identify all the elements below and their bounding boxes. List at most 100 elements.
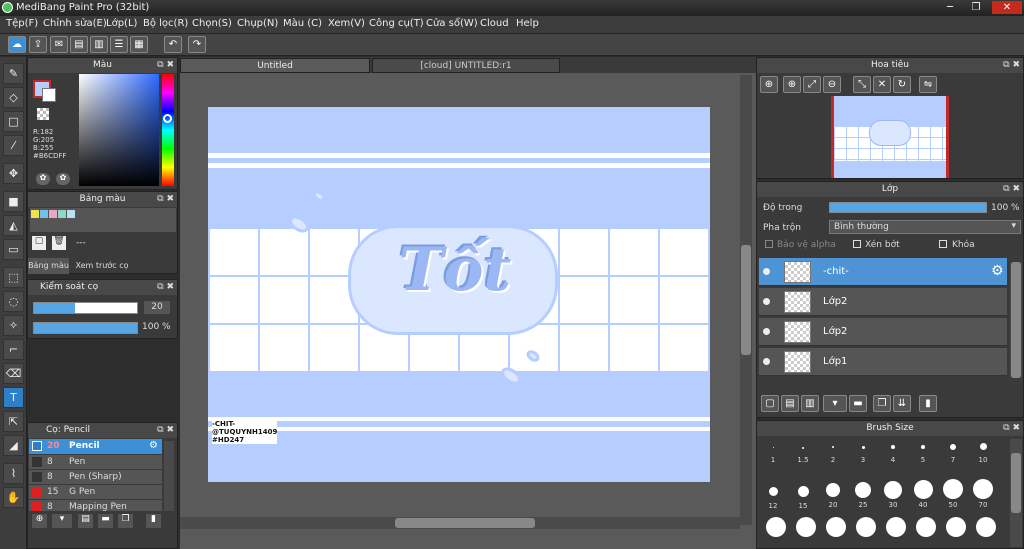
folder-icon[interactable]: ▬ <box>98 514 113 528</box>
undo-icon[interactable]: ↶ <box>164 36 182 53</box>
page-icon[interactable]: ▤ <box>70 36 88 53</box>
brush-size-preset[interactable]: 10 <box>969 443 997 464</box>
select-eraser-tool-icon[interactable]: ⌫ <box>3 363 24 384</box>
gear-icon[interactable]: ⚙ <box>149 440 158 451</box>
eye-icon[interactable] <box>763 268 770 275</box>
duplicate-layer-icon[interactable]: ❐ <box>873 395 891 412</box>
new-layer-8bit-icon[interactable]: ▤ <box>781 395 799 412</box>
panel-close-icon[interactable]: ⧉ ✖ <box>1003 421 1020 436</box>
menu-help[interactable]: Help <box>516 18 539 29</box>
menu-edit[interactable]: Chỉnh sửa(E) <box>43 18 107 29</box>
brush-size-preset[interactable]: 1 <box>759 447 787 464</box>
brush-size-preset[interactable] <box>916 517 936 537</box>
flip-icon[interactable]: ⇋ <box>919 76 937 93</box>
navigator-preview[interactable] <box>831 96 949 178</box>
trash-icon[interactable]: ▮ <box>919 395 937 412</box>
zoom-in-icon[interactable]: ⊕ <box>783 76 801 93</box>
brush-tool-icon[interactable]: ✎ <box>3 63 24 84</box>
menu-file[interactable]: Tệp(F) <box>6 18 38 29</box>
comment-icon[interactable]: ✉ <box>50 36 68 53</box>
hand-tool-icon[interactable]: ✋ <box>3 487 24 508</box>
share-icon[interactable]: ⇪ <box>29 36 47 53</box>
brush-size-preset[interactable]: 15 <box>789 484 817 510</box>
menu-cloud[interactable]: Cloud <box>480 18 509 29</box>
swatch-blue[interactable] <box>40 210 48 218</box>
eraser-tool-icon[interactable]: ◇ <box>3 87 24 108</box>
rotate-icon[interactable]: ↻ <box>893 76 911 93</box>
tab-palette[interactable]: Bảng màu <box>28 258 69 274</box>
move-tool-icon[interactable]: ✥ <box>3 163 24 184</box>
brush-size-preset[interactable]: 50 <box>939 479 967 509</box>
document-icon[interactable]: ▥ <box>90 36 108 53</box>
new-palette-icon[interactable]: ▢ <box>32 236 46 250</box>
select-rect-tool-icon[interactable]: ⬚ <box>3 267 24 288</box>
menu-capture[interactable]: Chụp(N) <box>237 18 278 29</box>
hue-slider[interactable] <box>162 74 174 186</box>
fullscreen-icon[interactable]: ✕ <box>873 76 891 93</box>
zoom-out-icon[interactable]: ⊖ <box>823 76 841 93</box>
sub-color-swatch[interactable] <box>42 88 56 102</box>
brush-size-scroll-thumb[interactable] <box>1011 453 1021 513</box>
cloud-icon[interactable]: ☁ <box>8 36 26 53</box>
brush-list-scrollbar[interactable] <box>164 441 174 511</box>
brush-size-preset[interactable]: 20 <box>819 483 847 509</box>
fill-rect-tool-icon[interactable]: ■ <box>3 191 24 212</box>
brush-size-slider[interactable] <box>33 302 138 314</box>
panel-close-icon[interactable]: ⧉ ✖ <box>1003 58 1020 73</box>
protect-alpha-checkbox[interactable] <box>765 240 773 248</box>
saturation-value-picker[interactable] <box>79 74 159 186</box>
brush-size-scrollbar[interactable] <box>1010 439 1022 547</box>
panel-close-icon[interactable]: ⧉ ✖ <box>157 192 174 207</box>
brush-item[interactable]: 8 Mapping Pen <box>29 500 162 511</box>
divide-tool-icon[interactable]: ◢ <box>3 435 24 456</box>
redo-icon[interactable]: ↷ <box>188 36 206 53</box>
eye-icon[interactable] <box>763 358 770 365</box>
brush-size-preset[interactable] <box>886 517 906 537</box>
merge-layer-icon[interactable]: ⇊ <box>893 395 911 412</box>
rectangle-tool-icon[interactable]: □ <box>3 111 24 132</box>
brush-size-preset[interactable]: 40 <box>909 480 937 509</box>
brush-item[interactable]: 8 Pen (Sharp) <box>29 470 162 484</box>
tab-untitled[interactable]: Untitled <box>180 58 370 73</box>
new-layer-1bit-icon[interactable]: ▥ <box>801 395 819 412</box>
menu-layer[interactable]: Lớp(L) <box>106 18 137 29</box>
swatch-yellow[interactable] <box>31 210 39 218</box>
duplicate-icon[interactable]: ❐ <box>118 514 133 528</box>
layer-row[interactable]: -chit- ⚙ <box>759 258 1007 286</box>
tab-cloud-untitled[interactable]: [cloud] UNTITLED:r1 <box>372 58 560 73</box>
blend-select[interactable]: Bình thường ▾ <box>829 220 1021 234</box>
lasso-tool-icon[interactable]: ◌ <box>3 291 24 312</box>
swatch-teal[interactable] <box>58 210 66 218</box>
lock-checkbox[interactable] <box>939 240 947 248</box>
brush-size-preset[interactable]: 4 <box>879 445 907 464</box>
tab-brush-preview[interactable]: Xem trước cọ <box>72 258 132 274</box>
fit-window-icon[interactable]: ⤡ <box>853 76 871 93</box>
minimize-button[interactable]: ─ <box>938 1 962 14</box>
bucket-tool-icon[interactable]: ◭ <box>3 215 24 236</box>
folder-icon[interactable]: ▬ <box>849 395 867 412</box>
brush-size-preset[interactable]: 1.5 <box>789 447 817 464</box>
hue-handle[interactable] <box>163 114 172 123</box>
select-pen-tool-icon[interactable]: ⌐ <box>3 339 24 360</box>
swatch-light-blue[interactable] <box>67 210 75 218</box>
swatch-pink[interactable] <box>49 210 57 218</box>
brush-size-preset[interactable] <box>766 517 786 537</box>
maximize-button[interactable]: ❐ <box>964 1 988 14</box>
text-tool-icon[interactable]: T <box>3 387 24 408</box>
panel-close-icon[interactable]: ⧉ ✖ <box>157 58 174 73</box>
layer-row[interactable]: Lớp2 <box>759 318 1007 346</box>
layer-opacity-slider[interactable] <box>829 202 987 213</box>
canvas-area[interactable]: Untitled [cloud] UNTITLED:r1 Tốt -CHIT- … <box>180 57 756 549</box>
brush-size-preset[interactable]: 30 <box>879 481 907 509</box>
close-button[interactable]: ✕ <box>992 1 1022 14</box>
menu-color[interactable]: Màu (C) <box>283 18 322 29</box>
panel-close-icon[interactable]: ⧉ ✖ <box>1003 182 1020 197</box>
trash-icon[interactable]: ▮ <box>146 514 161 528</box>
canvas-h-scroll-thumb[interactable] <box>395 518 535 528</box>
brush-item[interactable]: 20 Pencil ⚙ <box>29 439 162 454</box>
zoom-fit-icon[interactable]: ⊕ <box>760 76 778 93</box>
layer-row[interactable]: Lớp1 <box>759 348 1007 376</box>
menu-window[interactable]: Cửa sổ(W) <box>426 18 478 29</box>
clip-checkbox[interactable] <box>853 240 861 248</box>
eye-icon[interactable] <box>763 298 770 305</box>
